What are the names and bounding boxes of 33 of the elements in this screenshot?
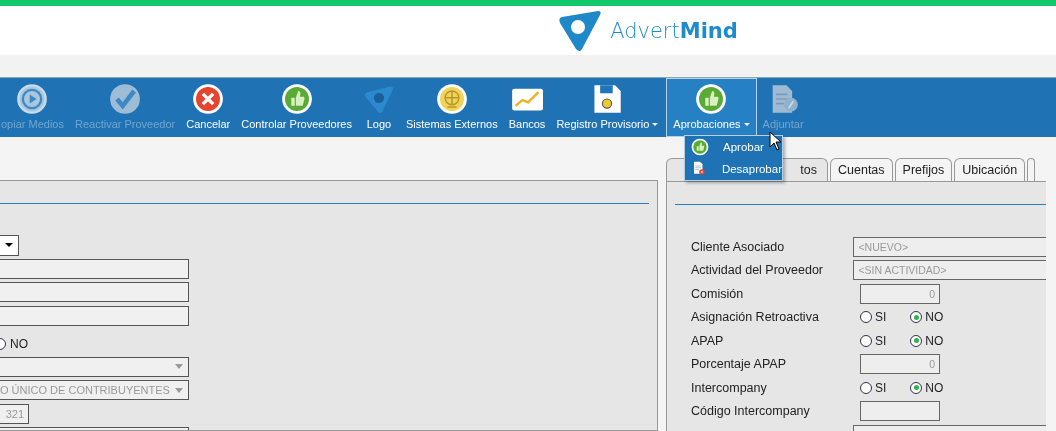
radio-label: SI	[875, 380, 887, 395]
radio-label: NO	[925, 310, 944, 325]
tab[interactable]: Cuentas	[830, 158, 893, 181]
input-field[interactable]: 321	[0, 403, 29, 424]
menu-item[interactable]: Desaprobar	[685, 158, 782, 180]
logo-text: AdvertMind	[610, 18, 738, 43]
field-label: Intercompany	[691, 380, 768, 395]
radio-label: NO	[925, 333, 944, 348]
input-field[interactable]: 0	[860, 283, 940, 304]
field-label: Comisión	[691, 286, 745, 301]
toolbar-button[interactable]: Registro Provisorio	[551, 78, 664, 137]
field-label: Cliente Asociado	[691, 239, 786, 254]
field-label: APAP	[691, 333, 725, 348]
toolbar-button[interactable]: Aprobaciones	[666, 78, 757, 137]
radio-label: SI	[875, 333, 887, 348]
toolbar-button[interactable]: Logo	[357, 78, 400, 137]
field-label: Asignación Retroactiva	[691, 310, 820, 325]
radio-label: NO	[925, 380, 944, 395]
input-field[interactable]: <NUEVO>	[853, 236, 1046, 257]
toolbar-button[interactable]: Cancelar	[181, 78, 236, 137]
input-field[interactable]: 0	[860, 354, 940, 375]
toolbar-button[interactable]: Bancos	[503, 78, 551, 137]
field-label: Actividad del Proveedor	[691, 263, 825, 278]
radio-label: SI	[875, 310, 887, 325]
field-label: Porcentaje APAP	[691, 357, 787, 372]
toolbar-button[interactable]: Controlar Proveedores	[236, 78, 357, 137]
tab[interactable]: Prefijos	[894, 158, 953, 181]
toolbar-button[interactable]: Sistemas Externos	[400, 78, 503, 137]
radio-label: NO	[10, 337, 28, 351]
input-field[interactable]: <SIN ACTIVIDAD>	[853, 260, 1046, 281]
field-label: Código Intercompany	[691, 404, 811, 419]
dropdown-field[interactable]: O ÚNICO DE CONTRIBUYENTES	[0, 380, 189, 400]
tab[interactable]: Ubicación	[954, 158, 1026, 181]
